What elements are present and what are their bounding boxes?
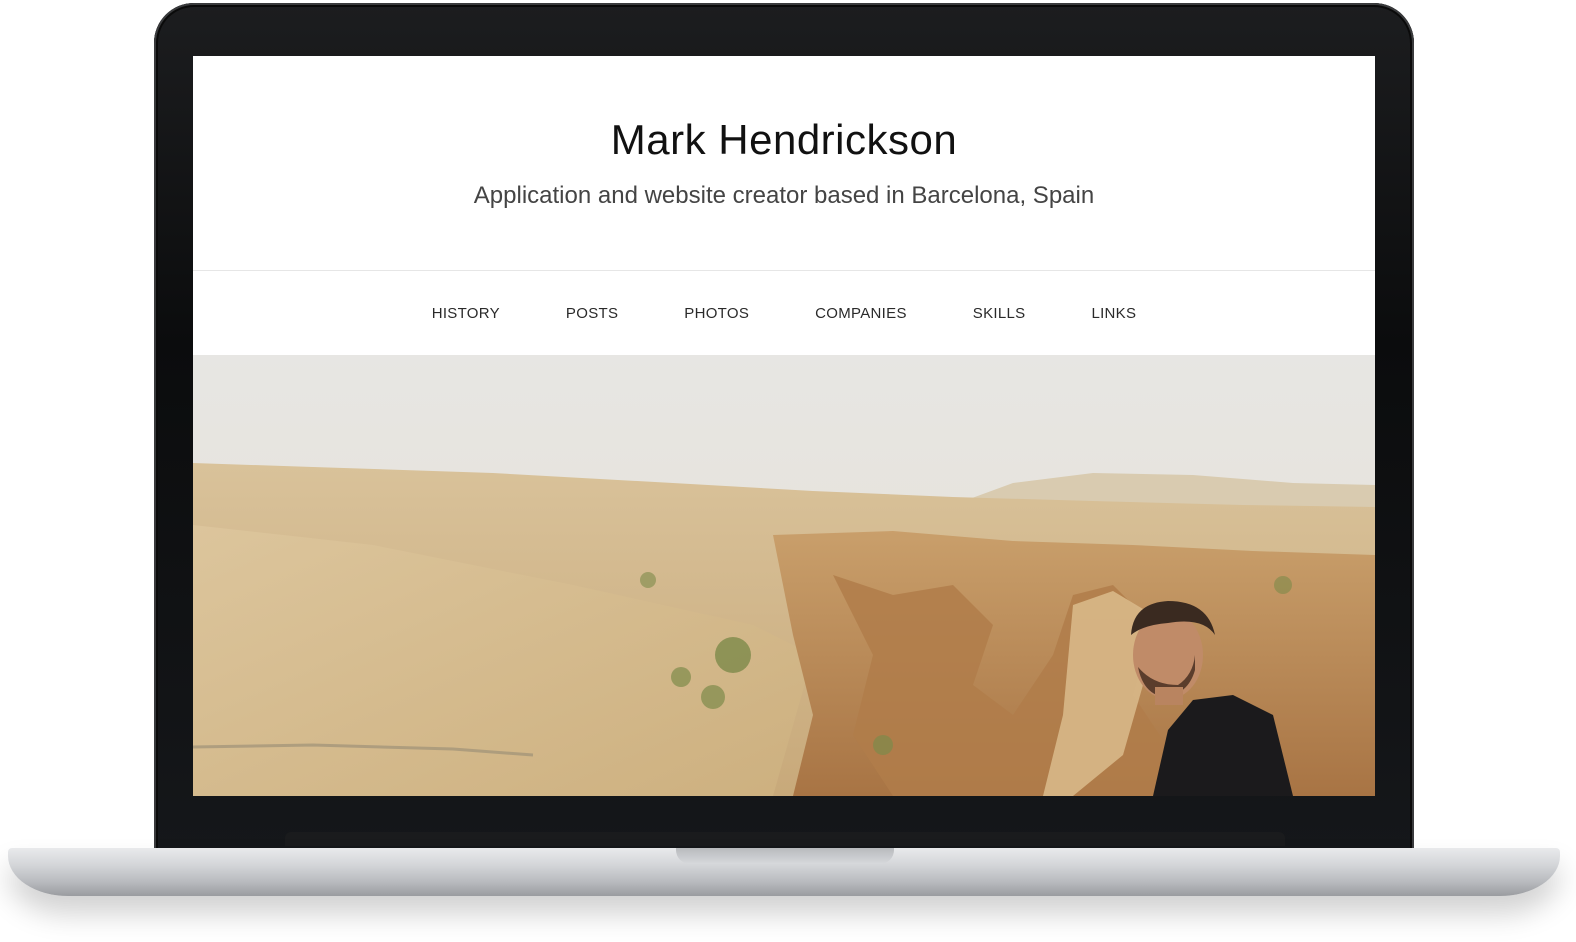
laptop-hinge <box>285 832 1285 846</box>
laptop-notch <box>676 848 894 864</box>
nav-item-links[interactable]: LINKS <box>1091 305 1136 322</box>
nav-item-posts[interactable]: POSTS <box>566 305 618 322</box>
nav-item-history[interactable]: HISTORY <box>432 305 500 322</box>
site-header: Mark Hendrickson Application and website… <box>193 56 1375 271</box>
desert-canyon-photo <box>193 355 1375 796</box>
site-title[interactable]: Mark Hendrickson <box>193 56 1375 164</box>
hero-photo <box>193 355 1375 796</box>
nav-item-photos[interactable]: PHOTOS <box>684 305 749 322</box>
site-subtitle: Application and website creator based in… <box>473 182 1095 209</box>
main-nav: HISTORY POSTS PHOTOS COMPANIES SKILLS LI… <box>193 271 1375 355</box>
laptop-screen: Mark Hendrickson Application and website… <box>193 56 1375 796</box>
nav-item-skills[interactable]: SKILLS <box>973 305 1026 322</box>
nav-item-companies[interactable]: COMPANIES <box>815 305 907 322</box>
